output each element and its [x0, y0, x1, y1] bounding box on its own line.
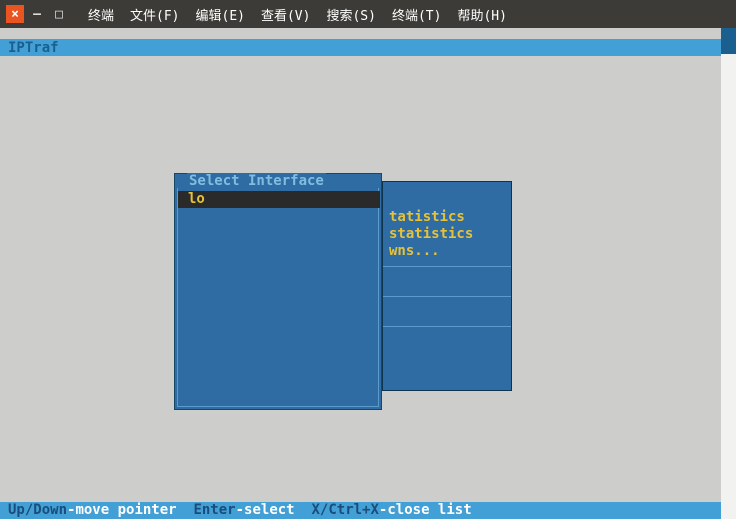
terminal-area: IPTraf tatistics statistics wns... Selec… [0, 28, 736, 519]
menu-view[interactable]: 查看(V) [255, 3, 316, 26]
minimize-icon[interactable]: — [28, 5, 46, 23]
hint-action-close: -close list [379, 502, 472, 518]
hint-key-updown: Up/Down [8, 502, 67, 518]
app-title: IPTraf [8, 40, 59, 57]
menu-terminal[interactable]: 终端(T) [386, 3, 447, 26]
menu-fragment[interactable] [383, 273, 511, 290]
scrollbar-track[interactable] [721, 28, 736, 519]
main-menu-panel: tatistics statistics wns... [382, 181, 512, 391]
hint-action-move: -move pointer [67, 502, 177, 518]
close-icon[interactable]: × [6, 5, 24, 23]
hint-key-enter: Enter [193, 502, 235, 518]
panel-title: Select Interface [187, 173, 326, 190]
menu-separator [383, 266, 511, 267]
menu-fragment[interactable]: tatistics [383, 209, 511, 226]
hint-key-close: X/Ctrl+X [311, 502, 378, 518]
panel-border [177, 188, 379, 407]
window-titlebar: × — □ 终端 文件(F) 编辑(E) 查看(V) 搜索(S) 终端(T) 帮… [0, 0, 736, 28]
interface-item-lo[interactable]: lo [178, 191, 380, 208]
menubar: 终端 文件(F) 编辑(E) 查看(V) 搜索(S) 终端(T) 帮助(H) [82, 3, 513, 26]
menu-file[interactable]: 文件(F) [124, 3, 185, 26]
menu-help[interactable]: 帮助(H) [451, 3, 512, 26]
menu-edit[interactable]: 编辑(E) [190, 3, 251, 26]
menu-fragment[interactable] [383, 303, 511, 320]
menu-fragment[interactable]: wns... [383, 243, 511, 260]
hint-action-select: -select [236, 502, 295, 518]
maximize-icon[interactable]: □ [50, 5, 68, 23]
window-buttons: × — □ [6, 5, 68, 23]
status-bar: Up/Down-move pointer Enter-select X/Ctrl… [0, 502, 721, 519]
select-interface-panel: Select Interface lo [174, 173, 382, 410]
menu-terminal-zh[interactable]: 终端 [82, 3, 120, 26]
menu-separator [383, 326, 511, 327]
title-bar-bg [0, 39, 721, 56]
scrollbar-thumb[interactable] [721, 28, 736, 54]
menu-separator [383, 296, 511, 297]
menu-fragment[interactable]: statistics [383, 226, 511, 243]
menu-search[interactable]: 搜索(S) [320, 3, 381, 26]
